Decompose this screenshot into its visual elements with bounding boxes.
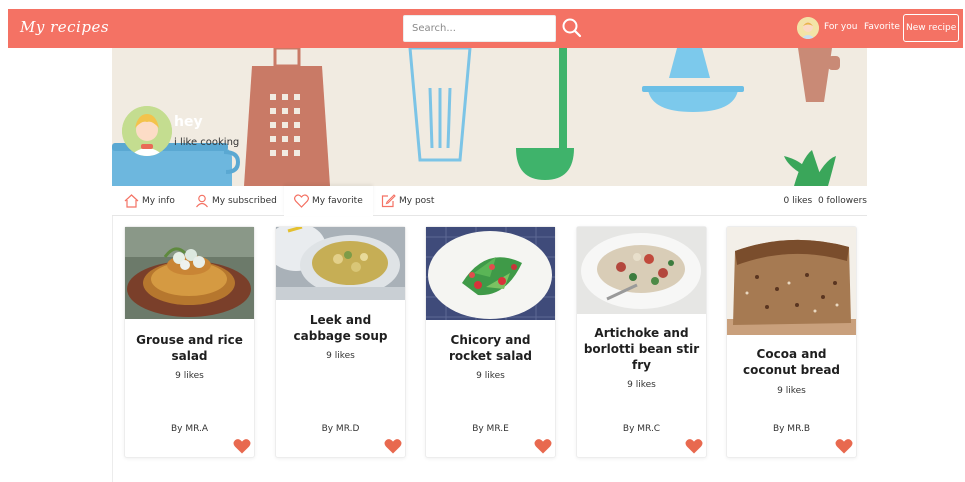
profile-stats: 0 likes 0 followers (783, 196, 867, 206)
recipe-likes: 9 likes (326, 351, 355, 361)
likes-count: 0 likes (783, 196, 813, 206)
recipe-card[interactable]: Grouse and rice salad 9 likes By MR.A (124, 226, 255, 458)
recipe-card[interactable]: Cocoa and coconut bread 9 likes By MR.B (726, 226, 857, 458)
content-divider (112, 216, 113, 482)
profile-avatar[interactable] (122, 106, 172, 156)
heart-icon[interactable] (835, 438, 853, 454)
tab-label: My subscribed (212, 196, 277, 206)
recipe-likes: 9 likes (175, 371, 204, 381)
recipe-card[interactable]: Chicory and rocket salad 9 likes By MR.E (425, 226, 556, 458)
tab-my-subscribed[interactable]: My subscribed (195, 186, 277, 216)
tab-label: My favorite (312, 195, 363, 206)
profile-banner: hey i like cooking (112, 48, 867, 186)
recipe-likes: 9 likes (777, 386, 806, 396)
tab-my-post[interactable]: My post (381, 186, 434, 216)
recipe-title: Leek and cabbage soup (293, 313, 388, 343)
heart-icon[interactable] (685, 438, 703, 454)
heart-icon[interactable] (233, 438, 251, 454)
tab-my-info[interactable]: My info (124, 186, 175, 216)
recipe-author: By MR.C (622, 424, 661, 434)
recipe-title: Grouse and rice salad (136, 333, 243, 363)
profile-tabs: My info My subscribed My favorite My pos… (112, 186, 867, 216)
search-icon[interactable] (561, 17, 583, 39)
recipe-author: By MR.D (321, 424, 360, 434)
recipe-card[interactable]: Leek and cabbage soup 9 likes By MR.D (275, 226, 406, 458)
user-icon (196, 194, 208, 208)
recipe-author: By MR.B (772, 424, 811, 434)
recipe-image (125, 227, 254, 319)
followers-count: 0 followers (817, 196, 867, 206)
edit-icon (381, 194, 396, 208)
profile-bio: i like cooking (174, 137, 240, 148)
user-avatar[interactable] (797, 17, 819, 39)
heart-icon[interactable] (384, 438, 402, 454)
tab-my-favorite[interactable]: My favorite (284, 186, 373, 216)
recipe-image (727, 227, 856, 335)
recipe-image (426, 227, 555, 320)
kitchen-tools-illustration (112, 48, 840, 186)
nav-favorite[interactable]: Favorite (864, 22, 900, 32)
recipe-image (276, 227, 405, 300)
app-logo[interactable]: My recipes (20, 18, 109, 36)
heart-icon[interactable] (534, 438, 552, 454)
recipe-author: By MR.A (170, 424, 209, 434)
search-input[interactable] (403, 15, 556, 42)
tab-label: My post (399, 196, 435, 206)
recipe-card[interactable]: Artichoke and borlotti bean stir fry 9 l… (576, 226, 707, 458)
recipe-likes: 9 likes (627, 380, 656, 390)
recipe-title: Chicory and rocket salad (448, 333, 533, 363)
heart-outline-icon (294, 193, 309, 208)
top-navbar: My recipes For you Favorite New recipe (8, 9, 963, 48)
home-icon (124, 194, 139, 208)
tab-label: My info (142, 196, 175, 206)
recipe-title: Artichoke and borlotti bean stir fry (583, 326, 700, 372)
recipe-likes: 9 likes (476, 371, 505, 381)
recipe-image (577, 227, 706, 314)
new-recipe-button[interactable]: New recipe (903, 14, 960, 42)
profile-name: hey (174, 114, 203, 130)
recipe-title: Cocoa and coconut bread (742, 347, 841, 377)
recipe-author: By MR.E (472, 424, 509, 434)
nav-for-you[interactable]: For you (824, 22, 857, 32)
